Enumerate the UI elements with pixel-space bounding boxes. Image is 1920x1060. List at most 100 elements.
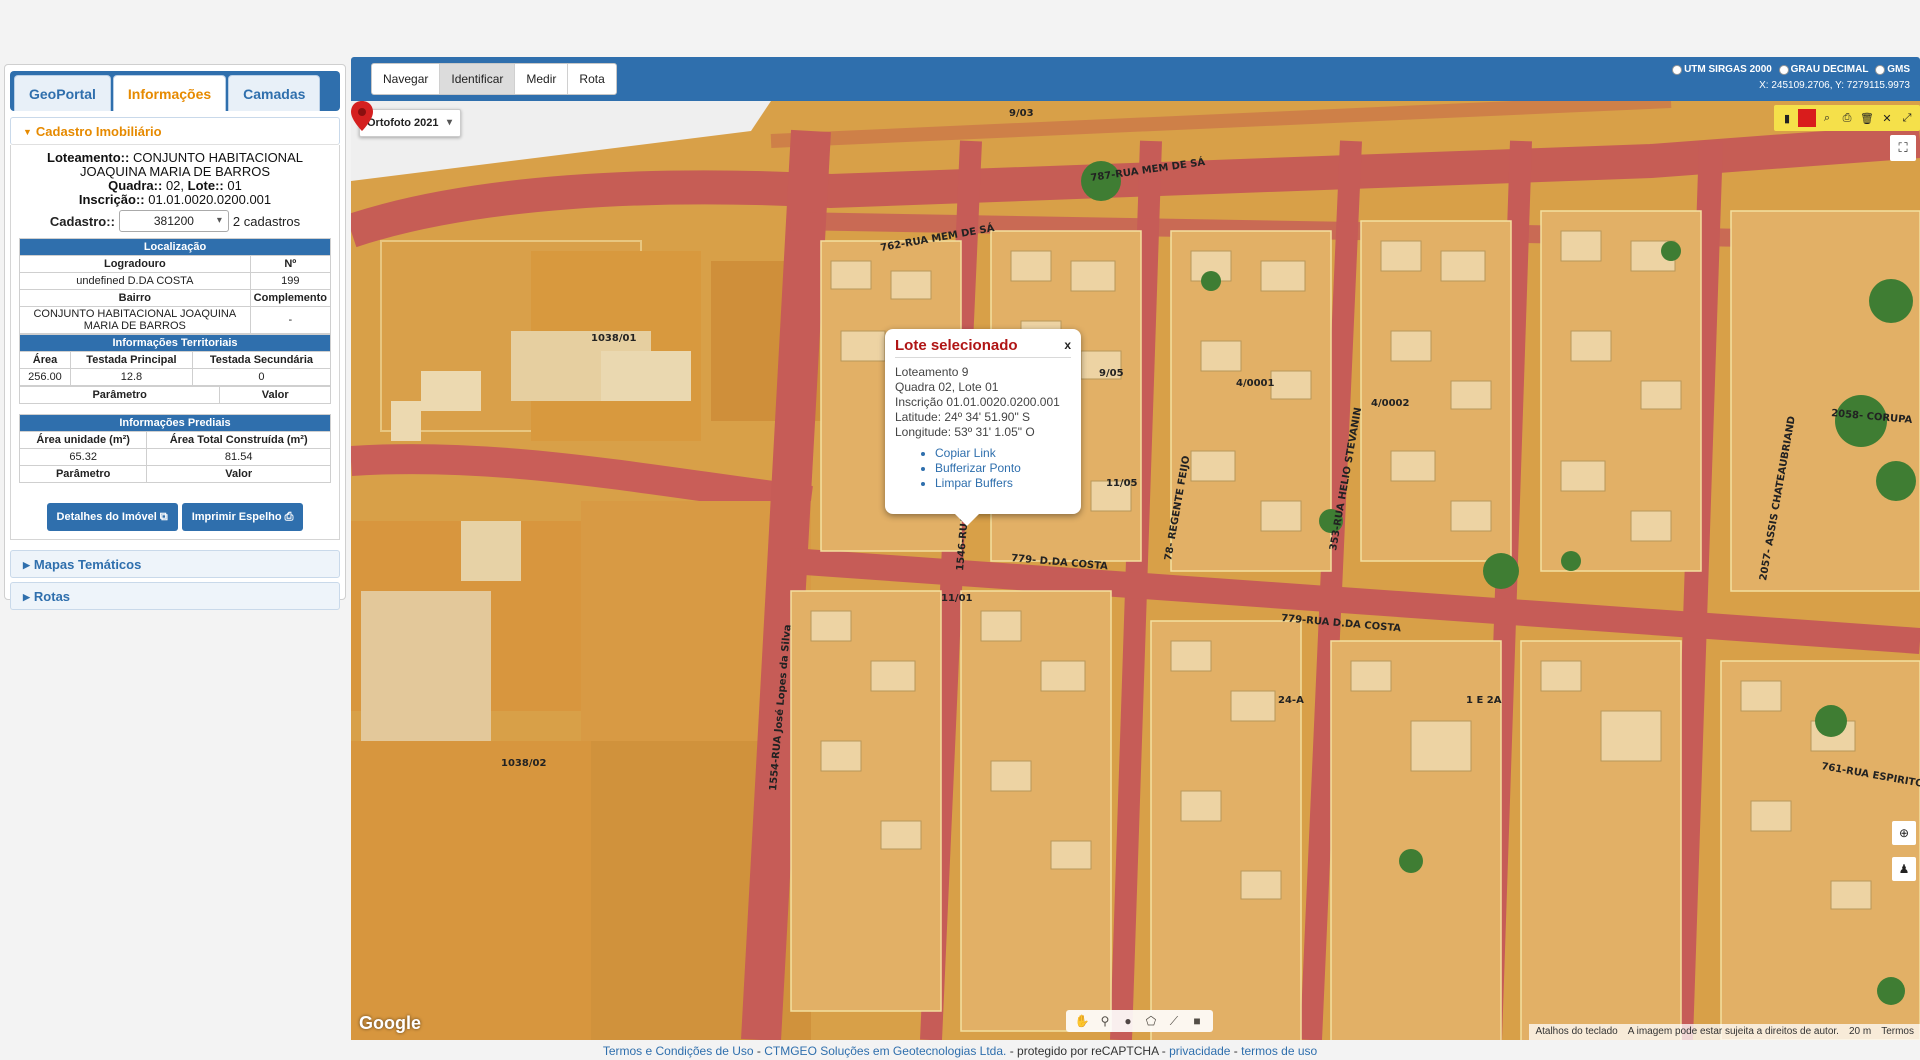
radio-icon [1672,64,1683,75]
tool-rota[interactable]: Rota [568,64,615,94]
map-street-label: 1038/01 [591,333,636,344]
expand-icon[interactable]: ⤢ [1898,109,1916,127]
ortofoto-select[interactable]: Ortofoto 2021 [359,109,461,137]
tab-informacoes[interactable]: Informações [112,75,227,111]
bufferizar-ponto-link[interactable]: Bufferizar Ponto [935,461,1071,476]
terms-link[interactable]: Termos [1881,1024,1914,1040]
area-unidade-value: 65.32 [18,448,148,466]
accordion-cadastro-title: Cadastro Imobiliário [35,124,162,139]
area-value: 256.00 [19,368,71,386]
popup-links: Copiar Link Bufferizar Ponto Limpar Buff… [935,446,1071,491]
privacidade-link[interactable]: privacidade [1169,1044,1230,1058]
panel-tabs: GeoPortal Informações Camadas [10,71,340,111]
hand-icon[interactable]: ✋ [1072,1012,1092,1030]
map-canvas[interactable]: 9/03 762-RUA MEM DE SÁ 787-RUA MEM DE SÁ 10… [351,101,1920,1040]
quadra-label: Quadra:: [108,178,163,193]
coord-option-grau[interactable]: GRAU DECIMAL [1778,63,1868,76]
cadastro-row: Cadastro:: 381200 2 cadastros [19,210,331,232]
accordion-cadastro-header[interactable]: ▼ Cadastro Imobiliário [10,117,340,145]
compass-icon[interactable]: ⊕ [1892,821,1916,845]
map-street-label: 4/0002 [1371,398,1409,409]
localizacao-table: Localização Logradouro Nº undefined D.DA … [19,238,332,334]
close-icon[interactable]: ✕ [1878,109,1896,127]
popup-close-button[interactable]: x [1064,338,1071,352]
chart-icon[interactable]: ▮ [1778,109,1796,127]
color-swatch-icon[interactable] [1798,109,1816,127]
keyboard-shortcuts-link[interactable]: Atalhos do teclado [1535,1024,1617,1040]
termos-condicoes-link[interactable]: Termos e Condições de Uso [603,1044,754,1058]
radio-icon [1875,64,1886,75]
fullscreen-icon[interactable]: ⛶ [1890,135,1916,161]
copiar-link[interactable]: Copiar Link [935,446,1071,461]
header-bairro: Bairro [19,289,251,307]
map-attribution: Atalhos do teclado A imagem pode estar s… [1529,1024,1920,1040]
tool-identificar[interactable]: Identificar [440,64,516,94]
lote-label: Lote:: [187,178,224,193]
tool-navegar[interactable]: Navegar [372,64,441,94]
limpar-buffers-link[interactable]: Limpar Buffers [935,476,1071,491]
territoriais-title: Informações Territoriais [19,334,331,352]
external-link-icon: ⧉ [159,511,168,523]
testada-secundaria-value: 0 [191,368,332,386]
line-icon[interactable]: ⟋ [1164,1012,1184,1030]
recaptcha-text: - protegido por reCAPTCHA - [1006,1044,1170,1058]
coord-option-utm[interactable]: UTM SIRGAS 2000 [1672,63,1772,76]
lote-popup: Lote selecionado x Loteamento 9 Quadra 0… [885,329,1081,526]
pegman-icon[interactable]: ♟ [1892,857,1916,881]
area-total-value: 81.54 [146,448,331,466]
popup-line: Longitude: 53º 31' 1.05" O [895,425,1035,439]
map-marker-icon[interactable] [351,101,373,131]
polygon-icon[interactable]: ⬠ [1141,1012,1161,1030]
print-icon: ⎙ [284,511,294,523]
header-valor-prediais: Valor [146,465,331,483]
accordion-rotas[interactable]: ▶ Rotas [10,582,340,610]
coordinate-panel: UTM SIRGAS 2000 GRAU DECIMAL GMS X: 2451… [1668,63,1910,92]
circle-icon[interactable]: ● [1118,1012,1138,1030]
map-street-label: 1038/02 [501,758,546,769]
header-testada-secundaria: Testada Secundária [191,351,332,369]
cadastro-select[interactable]: 381200 [118,210,229,232]
search-icon[interactable]: ⌕ [1818,109,1836,127]
accordion-mapas-tematicos[interactable]: ▶ Mapas Temáticos [10,550,340,578]
map-street-label: 11/01 [941,593,973,604]
aerial-imagery: 9/03762-RUA MEM DE SÁ787-RUA MEM DE SÁ10… [351,101,1920,1040]
cadastros-count: 2 cadastros [232,213,301,229]
prediais-table: Informações Prediais Área unidade (m²) Ár… [18,414,331,483]
marker-icon[interactable]: ⚲ [1095,1012,1115,1030]
detalhes-imovel-button[interactable]: Detalhes do Imóvel ⧉ [46,503,178,531]
cadastro-body: Loteamento:: CONJUNTO HABITACIONAL JOAQU… [10,145,340,540]
action-buttons: Detalhes do Imóvel ⧉ Imprimir Espelho ⎙ [19,503,331,531]
tool-medir[interactable]: Medir [515,64,569,94]
map-toolbar: Navegar Identificar Medir Rota UTM SIRGA… [351,57,1920,101]
imprimir-espelho-button[interactable]: Imprimir Espelho ⎙ [181,503,304,531]
header-valor: Valor [219,386,331,404]
territoriais-table: Informações Territoriais Área Testada Pri… [19,334,332,386]
tab-geoportal[interactable]: GeoPortal [14,75,111,111]
left-panel: GeoPortal Informações Camadas ▼ Cadastro … [4,64,346,610]
ctmgeo-link[interactable]: CTMGEO Soluções em Geotecnologias Ltda. [764,1044,1006,1058]
popup-line: Loteamento 9 [895,365,969,379]
bairro-value: CONJUNTO HABITACIONAL JOAQUINA MARIA DE … [19,306,251,334]
caret-right-icon: ▶ [23,560,30,570]
popup-details: Loteamento 9 Quadra 02, Lote 01 Inscriçã… [895,365,1071,440]
accordion-mapas-title: Mapas Temáticos [33,557,142,572]
prediais-title: Informações Prediais [19,414,331,432]
header-testada-principal: Testada Principal [69,351,193,369]
inscricao-label: Inscrição:: [78,192,145,207]
popup-title: Lote selecionado [895,337,1071,358]
map-street-label: 1 E 2A [1466,695,1502,706]
trash-icon[interactable]: 🗑 [1858,109,1876,127]
coordinate-readout: X: 245109.2706, Y: 7279115.9973 [1759,79,1910,91]
coord-option-gms[interactable]: GMS [1875,63,1910,76]
header-numero: Nº [249,255,332,273]
header-area: Área [19,351,71,369]
loteamento-value-2: JOAQUINA MARIA DE BARROS [80,164,270,179]
print-icon[interactable]: ⎙ [1838,109,1856,127]
rectangle-icon[interactable]: ■ [1187,1012,1207,1030]
caret-right-icon: ▶ [23,592,30,602]
caret-down-icon: ▼ [23,127,32,137]
tab-camadas[interactable]: Camadas [228,75,321,111]
termos-uso-link[interactable]: termos de uso [1241,1044,1317,1058]
draw-tools: ✋ ⚲ ● ⬠ ⟋ ■ [1066,1010,1213,1032]
logradouro-value: undefined D.DA COSTA [19,272,251,290]
